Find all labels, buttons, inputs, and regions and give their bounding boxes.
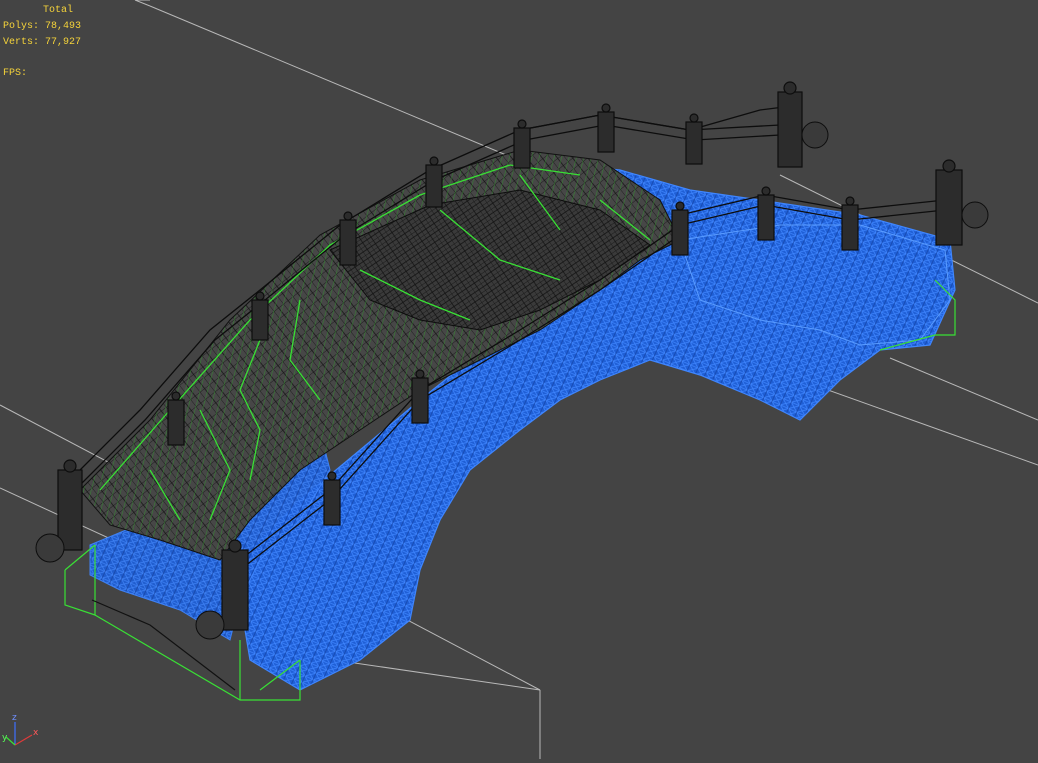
- axis-label-z: z: [12, 713, 17, 723]
- post: [57, 459, 83, 551]
- stats-title: Total: [43, 5, 74, 16]
- post: [167, 391, 185, 446]
- post: [339, 211, 357, 266]
- stats-polys: Polys: 78,493: [3, 19, 81, 35]
- post: [425, 156, 443, 208]
- axis-label-x: x: [33, 728, 39, 738]
- polys-label: Polys:: [3, 21, 40, 32]
- post: [411, 369, 429, 424]
- stats-verts: Verts: 77,927: [3, 35, 81, 51]
- verts-value: 77,927: [45, 37, 82, 48]
- post: [777, 81, 803, 168]
- post: [597, 103, 615, 153]
- stats-fps: FPS:: [3, 68, 28, 79]
- verts-label: Verts:: [3, 37, 40, 48]
- post: [841, 196, 859, 251]
- post: [221, 539, 249, 631]
- axis-label-y: y: [2, 733, 8, 743]
- perspective-viewport[interactable]: z x y Total Polys: 78,493 Verts: 77,927 …: [0, 0, 1038, 759]
- post: [935, 159, 963, 246]
- post: [757, 186, 775, 241]
- post: [671, 201, 689, 256]
- post: [513, 119, 531, 169]
- polys-value: 78,493: [45, 21, 82, 32]
- axis-gizmo: [5, 722, 33, 746]
- post: [323, 471, 341, 526]
- viewport-canvas[interactable]: [0, 0, 1038, 759]
- post: [685, 113, 703, 165]
